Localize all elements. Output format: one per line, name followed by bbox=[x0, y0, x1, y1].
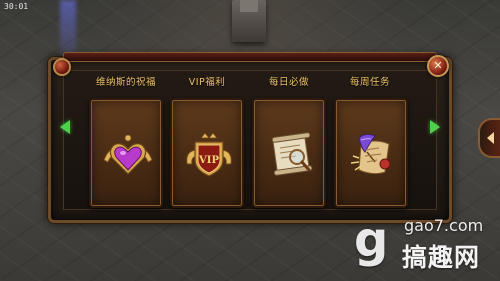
watermark-name: 搞趣网 bbox=[402, 243, 481, 272]
watermark-site: gao7.com bbox=[404, 216, 484, 235]
tab-daily-tasks-label: 每日必做 bbox=[268, 77, 309, 88]
tab-venus-blessing-label: 维纳斯的祝福 bbox=[95, 77, 156, 88]
quest-scroll-icon bbox=[350, 133, 391, 175]
watermark: g gao7.com 搞趣网 bbox=[354, 214, 496, 274]
weekly-quests-card[interactable] bbox=[334, 98, 408, 208]
side-panel-handle[interactable] bbox=[478, 118, 500, 158]
venus-blessing-card[interactable] bbox=[89, 98, 163, 208]
prev-page-arrow-icon[interactable] bbox=[60, 120, 70, 134]
watermark-logo-icon: g bbox=[354, 212, 389, 268]
vip-shield-icon: VIP bbox=[186, 132, 232, 177]
tab-vip-benefits-label: VIP福利 bbox=[188, 77, 226, 88]
vip-badge-text: VIP bbox=[198, 155, 219, 166]
corner-orb-icon bbox=[53, 58, 71, 76]
daily-tasks-card[interactable] bbox=[252, 98, 326, 208]
scroll-map-icon bbox=[271, 132, 313, 176]
close-button[interactable]: ✕ bbox=[427, 55, 449, 77]
next-page-arrow-icon[interactable] bbox=[430, 120, 440, 134]
tab-weekly-quests-label: 每周任务 bbox=[349, 77, 390, 88]
vip-benefits-card[interactable]: VIP bbox=[170, 98, 244, 208]
heart-crest-icon bbox=[103, 134, 153, 175]
dialog-title-bar bbox=[63, 52, 437, 62]
game-clock: 30:01 bbox=[4, 2, 29, 11]
background-statue bbox=[232, 0, 266, 42]
